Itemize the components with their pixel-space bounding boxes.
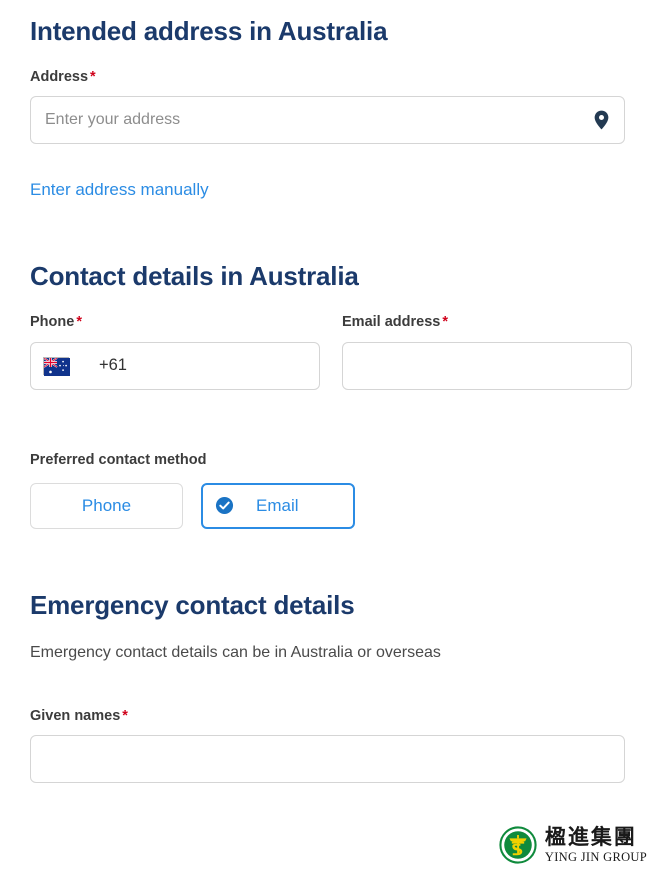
section-heading-emergency-contact: Emergency contact details [30,589,355,620]
phone-dial-code: +61 [99,356,127,375]
section-heading-intended-address: Intended address in Australia [30,16,388,46]
email-field-label: Email address * [342,314,632,331]
address-input[interactable] [30,96,625,145]
phone-field-label: Phone * [30,314,320,331]
ying-jin-group-watermark: 楹進集團 YING JIN GROUP [499,826,647,864]
australia-flag-icon[interactable] [43,356,70,376]
watermark-text: 楹進集團 YING JIN GROUP [544,824,647,864]
given-names-input[interactable] [30,735,625,784]
watermark-english-name: YING JIN GROUP [544,849,647,864]
phone-input[interactable]: +61 [30,341,320,390]
given-names-label-text: Given names [30,707,121,724]
phone-label-text: Phone [30,314,75,331]
phone-field-group: Phone * +61 [30,314,320,390]
emergency-contact-description: Emergency contact details can be in Aust… [30,643,441,661]
required-asterisk: * [90,68,96,85]
address-field-label: Address * [30,69,625,86]
email-field-group: Email address * [342,314,632,390]
watermark-chinese-name: 楹進集團 [544,824,637,849]
required-asterisk: * [442,314,448,331]
preferred-contact-method-group: Phone Email [30,482,625,529]
email-label-text: Email address [342,314,441,331]
preferred-option-email-label: Email [256,495,299,515]
contact-fields-row: Phone * +61 Email address * [30,314,632,390]
preferred-contact-method-label: Preferred contact method [30,451,207,468]
address-label-text: Address [30,68,89,85]
required-asterisk: * [76,314,82,331]
preferred-option-phone-label: Phone [81,495,132,515]
enter-address-manually-link[interactable]: Enter address manually [30,180,209,200]
preferred-option-phone[interactable]: Phone [30,482,183,529]
check-circle-icon [215,496,234,515]
email-input[interactable] [342,341,632,390]
given-names-field-label: Given names * [30,708,625,725]
section-heading-contact-details: Contact details in Australia [30,261,359,292]
required-asterisk: * [122,707,128,724]
address-input-wrapper [30,96,625,145]
preferred-option-email[interactable]: Email [201,482,355,529]
ying-jin-group-logo-icon [499,826,537,864]
form-page: Intended address in Australia Address * E… [0,0,655,886]
